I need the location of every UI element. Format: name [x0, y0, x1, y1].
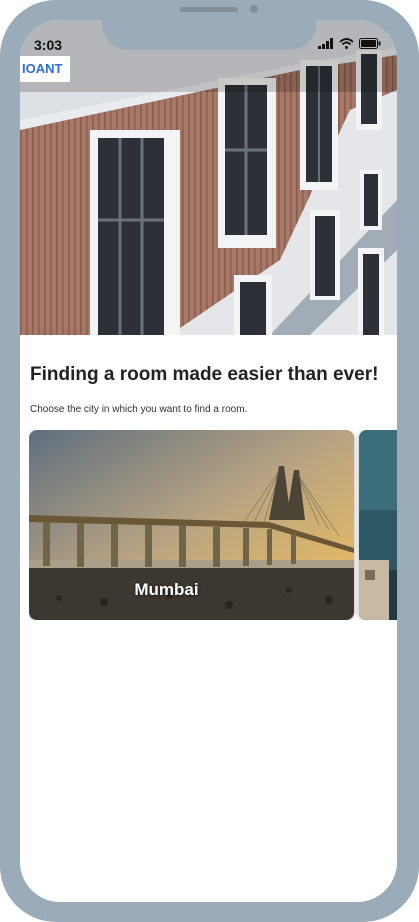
- phone-notch: [102, 0, 316, 50]
- city-carousel[interactable]: Mumbai: [29, 430, 397, 620]
- hero-image: [20, 20, 397, 335]
- page-subtitle: Choose the city in which you want to fin…: [30, 404, 248, 415]
- battery-icon: [359, 38, 381, 49]
- wifi-icon: [339, 38, 354, 49]
- city-card-next[interactable]: [359, 430, 397, 620]
- phone-frame: IOANT Finding a room made easier than ev…: [0, 0, 419, 922]
- signal-icon: [318, 38, 333, 49]
- speaker-grille: [180, 7, 238, 12]
- status-icons: [318, 38, 381, 49]
- brand-logo[interactable]: IOANT: [20, 56, 71, 82]
- city-card-next-image: [359, 430, 397, 620]
- page-title: Finding a room made easier than ever!: [30, 364, 379, 385]
- front-camera: [250, 5, 258, 13]
- city-card-mumbai[interactable]: Mumbai: [29, 430, 354, 620]
- city-card-label: Mumbai: [134, 580, 199, 599]
- app-screen: IOANT Finding a room made easier than ev…: [20, 20, 397, 902]
- status-time: 3:03: [34, 37, 63, 53]
